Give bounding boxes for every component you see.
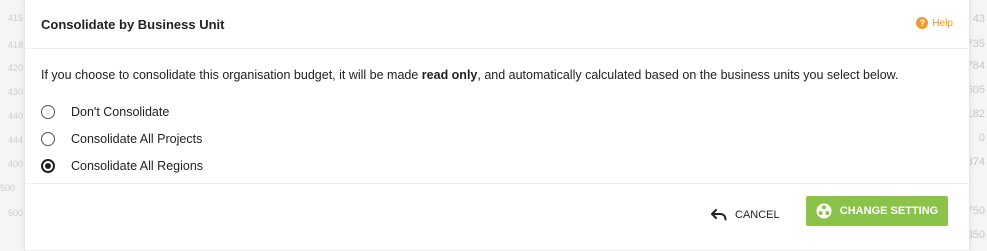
consolidate-dialog: Consolidate by Business Unit ? Help If y… (24, 0, 970, 250)
option-label: Don't Consolidate (71, 104, 170, 119)
dialog-footer: CANCEL CHANGE SETTING (25, 183, 969, 251)
dialog-body: If you choose to consolidate this organi… (25, 67, 969, 179)
radio-button-selected[interactable] (41, 158, 55, 173)
description-bold: read only (421, 68, 478, 82)
background-number: 418 (8, 40, 24, 50)
change-setting-button[interactable]: CHANGE SETTING (806, 196, 948, 226)
option-label: Consolidate All Regions (71, 158, 204, 173)
undo-icon (711, 209, 727, 221)
description-suffix: , and automatically calculated based on … (477, 68, 899, 82)
background-number: 444 (8, 135, 24, 145)
radio-button[interactable] (41, 131, 55, 146)
description-prefix: If you choose to consolidate this organi… (41, 68, 422, 82)
background-number: 0 (978, 132, 985, 144)
dialog-title: Consolidate by Business Unit (41, 17, 225, 32)
background-number: 500 (0, 183, 16, 193)
settings-icon (816, 203, 832, 219)
background-number: 43 (972, 13, 985, 25)
background-number: 500 (8, 208, 24, 218)
background-number: 420 (8, 63, 24, 73)
background-number: 430 (8, 87, 24, 97)
option-label: Consolidate All Projects (71, 131, 203, 146)
background-number: 415 (8, 13, 24, 23)
background-number: 440 (8, 111, 24, 121)
radio-button[interactable] (41, 104, 55, 119)
option-consolidate-projects[interactable]: Consolidate All Projects (41, 125, 953, 152)
help-link[interactable]: ? Help (916, 17, 953, 29)
option-dont-consolidate[interactable]: Don't Consolidate (41, 98, 953, 125)
change-setting-label: CHANGE SETTING (839, 205, 939, 217)
dialog-description: If you choose to consolidate this organi… (41, 67, 953, 83)
background-number: 400 (8, 159, 24, 169)
cancel-label: CANCEL (735, 209, 780, 221)
option-consolidate-regions[interactable]: Consolidate All Regions (41, 152, 953, 179)
help-label: Help (932, 17, 953, 29)
cancel-button[interactable]: CANCEL (711, 203, 780, 227)
dialog-header: Consolidate by Business Unit ? Help (25, 0, 969, 49)
help-icon: ? (916, 17, 929, 29)
